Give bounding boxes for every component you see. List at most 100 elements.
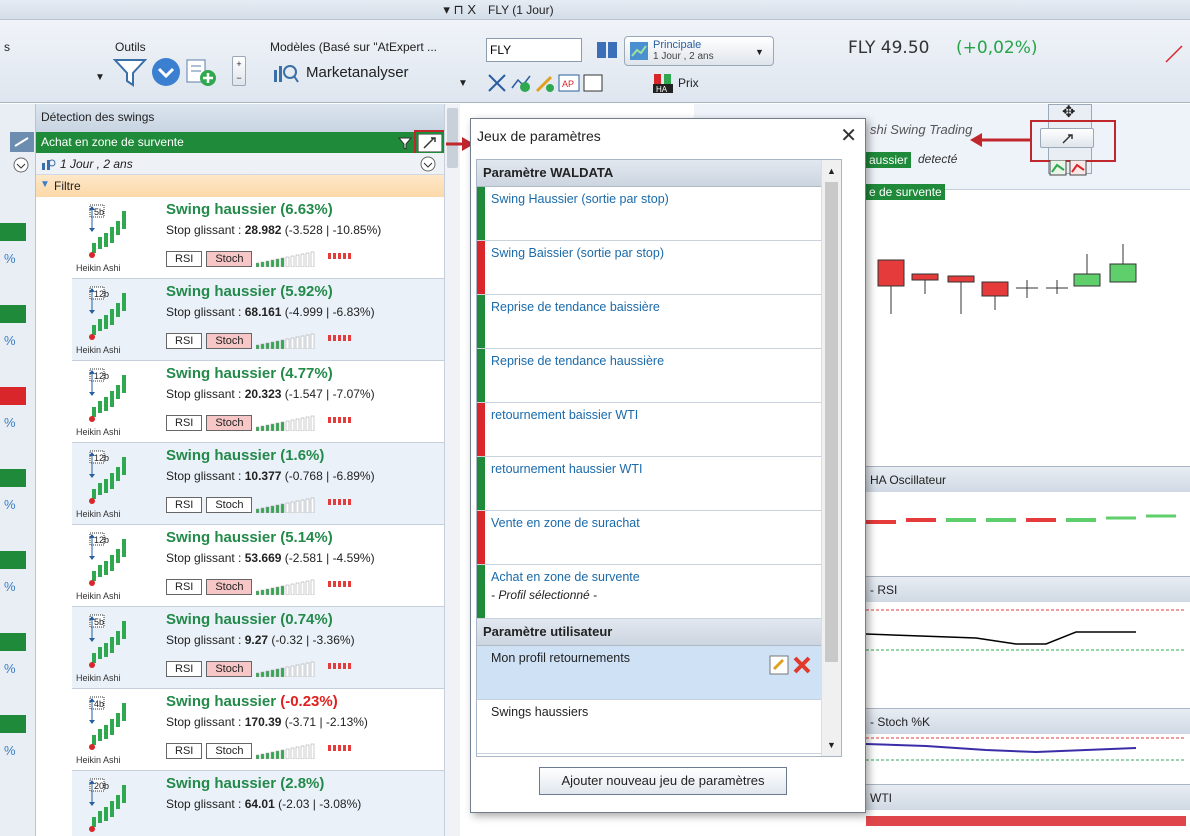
parameter-set-item[interactable]: Swing Baissier (sortie par stop): [477, 241, 821, 295]
rectangle-icon[interactable]: [582, 72, 604, 94]
settings-icon[interactable]: [418, 134, 442, 152]
stoch-chip[interactable]: Stoch: [206, 661, 253, 677]
add-parameter-set-button[interactable]: Ajouter nouveau jeu de paramètres: [539, 767, 787, 795]
parameter-set-item[interactable]: Swing Haussier (sortie par stop): [477, 187, 821, 241]
pen-icon[interactable]: [534, 72, 556, 94]
spin-button[interactable]: + −: [232, 56, 246, 86]
zone-tag: e de survente: [866, 184, 945, 200]
filter-row[interactable]: ▼ Filtre: [36, 175, 444, 197]
stoch-chip[interactable]: Stoch: [206, 333, 253, 349]
trend-line-icon[interactable]: [1164, 44, 1184, 64]
parameter-set-item[interactable]: Achat en zone de survente - Profil sélect…: [477, 565, 821, 619]
filter-icon[interactable]: [112, 56, 148, 88]
strength-bars: [256, 333, 318, 350]
list-item[interactable]: 20b Swing haussier (2.8%) Stop glissant …: [72, 771, 444, 836]
swing-chart-thumbnail: 12b: [89, 286, 126, 340]
group-outils-label: Outils: [115, 40, 146, 54]
user-parameter-set-item[interactable]: Mon profil retournements: [477, 646, 821, 700]
scroll-up-icon[interactable]: ▲: [822, 166, 841, 176]
rsi-chip[interactable]: RSI: [166, 579, 203, 595]
parameter-set-item[interactable]: Reprise de tendance baissière: [477, 295, 821, 349]
tab-s[interactable]: s: [4, 40, 10, 54]
parameter-set-item[interactable]: retournement haussier WTI: [477, 457, 821, 511]
book-icon[interactable]: [594, 38, 620, 62]
pane-controls[interactable]: ▾ ⊓ X: [443, 2, 476, 18]
stoch-chip[interactable]: Stoch: [206, 251, 253, 267]
collapse-icon[interactable]: [12, 156, 30, 174]
list-scrollbar[interactable]: [444, 104, 460, 836]
move-icon[interactable]: ✥: [1062, 102, 1075, 122]
rsi-chip[interactable]: RSI: [166, 251, 203, 267]
chevron-down-icon[interactable]: ▼: [458, 78, 468, 89]
rsi-chip[interactable]: RSI: [166, 661, 203, 677]
symbol-input[interactable]: [486, 38, 582, 62]
stop-value: 64.01: [244, 797, 275, 811]
list-item[interactable]: 12b Heikin Ashi Swing haussier (4.77%) S…: [72, 361, 444, 443]
group-user: Paramètre utilisateur: [477, 619, 821, 646]
strategy-label: Achat en zone de survente: [41, 135, 184, 149]
status-strip: [477, 403, 485, 456]
scroll-down-icon[interactable]: ▼: [822, 740, 841, 750]
period-row[interactable]: 1 Jour , 2 ans: [36, 153, 444, 175]
filter-icon[interactable]: [398, 136, 412, 150]
heikin-ashi-label: Heikin Ashi: [76, 345, 121, 355]
stop-value: 20.323: [244, 387, 282, 401]
marketanalyser-label[interactable]: Marketanalyser: [306, 64, 409, 81]
chevron-down-icon[interactable]: ▼: [95, 72, 105, 83]
stop-detail: (-2.03 | -3.08%): [274, 797, 362, 811]
ap-icon[interactable]: AP: [558, 72, 580, 94]
close-icon[interactable]: ✕: [840, 123, 857, 148]
candlestick-chart[interactable]: [868, 224, 1168, 344]
user-parameter-set-item[interactable]: Swings haussiers: [477, 700, 821, 754]
stoch-chip[interactable]: Stoch: [206, 579, 253, 595]
side-percent: %: [4, 415, 16, 430]
list-item[interactable]: 12b Heikin Ashi Swing haussier (1.6%) St…: [72, 443, 444, 525]
status-strip: [477, 187, 485, 240]
rsi-chip[interactable]: RSI: [166, 415, 203, 431]
side-status-badge: [0, 223, 26, 241]
rsi-chip[interactable]: RSI: [166, 333, 203, 349]
parameter-set-item[interactable]: Vente en zone de surachat: [477, 511, 821, 565]
heikin-ashi-icon[interactable]: HA: [652, 72, 674, 94]
swing-title: Swing haussier (6.63%): [166, 201, 333, 218]
parameter-set-label: Vente en zone de surachat: [491, 516, 640, 530]
marketanalyser-icon[interactable]: [270, 58, 300, 86]
swing-title-text: Swing haussier (1.6%): [166, 447, 325, 464]
rsi-chip[interactable]: RSI: [166, 497, 203, 513]
scrollbar-thumb[interactable]: [825, 182, 838, 662]
list-item[interactable]: 12b Heikin Ashi Swing haussier (5.92%) S…: [72, 279, 444, 361]
list-item[interactable]: 5b Heikin Ashi Swing haussier (0.74%) St…: [72, 607, 444, 689]
principale-selector[interactable]: Principale 1 Jour , 2 ans ▼: [624, 36, 774, 66]
stop-value: 28.982: [244, 223, 282, 237]
list-item[interactable]: 5b Heikin Ashi Swing haussier (6.63%) St…: [72, 197, 444, 279]
panel-ha-oscillateur: HA Oscillateur: [866, 466, 1190, 492]
indicator-add-icon[interactable]: [510, 72, 532, 94]
arrow-icon[interactable]: [10, 132, 34, 152]
edit-delete-icons[interactable]: [769, 654, 815, 676]
chart-icon: [630, 42, 648, 60]
list-item[interactable]: 12b Heikin Ashi Swing haussier (5.14%) S…: [72, 525, 444, 607]
dialog-scrollbar[interactable]: ▲ ▼: [821, 160, 841, 756]
list-item[interactable]: 4b Heikin Ashi Swing haussier (-0.23%) S…: [72, 689, 444, 771]
indicator-icons[interactable]: [1048, 160, 1090, 176]
heikin-ashi-label: Heikin Ashi: [76, 263, 121, 273]
parameter-set-item[interactable]: retournement baissier WTI: [477, 403, 821, 457]
stoch-chip[interactable]: Stoch: [206, 743, 253, 759]
parameter-set-label: retournement baissier WTI: [491, 408, 639, 422]
stoch-chip[interactable]: Stoch: [206, 415, 253, 431]
collapse-icon[interactable]: [420, 156, 436, 172]
chart-settings-button[interactable]: [1040, 128, 1094, 148]
parameter-set-item[interactable]: Reprise de tendance haussière: [477, 349, 821, 403]
stoch-chip[interactable]: Stoch: [206, 497, 253, 513]
strength-bars: [256, 497, 318, 514]
status-strip: [477, 511, 485, 564]
tools-icon[interactable]: [486, 72, 508, 94]
stop-label: Stop glissant :: [166, 223, 245, 237]
rsi-chip[interactable]: RSI: [166, 743, 203, 759]
indicator-chips: RSI Stoch: [166, 579, 356, 597]
add-sheet-icon[interactable]: [184, 56, 218, 88]
stop-value: 170.39: [244, 715, 282, 729]
indicator-chips: RSI Stoch: [166, 743, 356, 761]
dropdown-circle-icon[interactable]: [150, 56, 182, 88]
indicator-chips: RSI Stoch: [166, 661, 356, 679]
